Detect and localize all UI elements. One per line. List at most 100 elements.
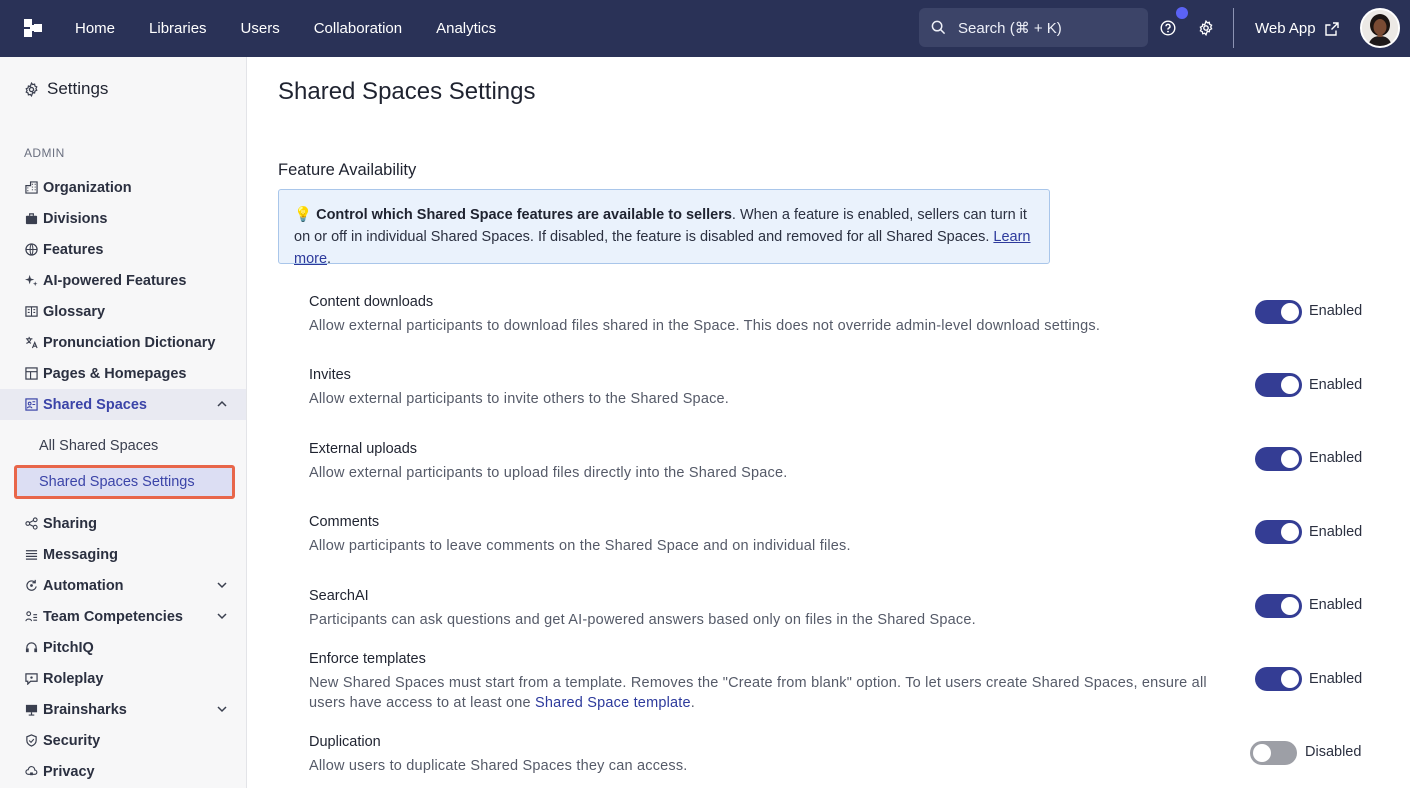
feature-name: Comments	[309, 514, 380, 530]
sidebar-subitem-shared-spaces-settings[interactable]: Shared Spaces Settings	[14, 465, 235, 499]
sidebar-item-label: Glossary	[43, 303, 106, 320]
toggle-status: Enabled	[1309, 597, 1363, 613]
cloud-lock-icon	[24, 765, 38, 779]
feature-row: Invites Allow external participants to i…	[309, 367, 1369, 409]
toggle-knob	[1281, 597, 1299, 615]
sidebar-item-brainsharks[interactable]: Brainsharks	[0, 694, 246, 725]
toggle-status: Enabled	[1309, 377, 1363, 393]
sidebar-item-pages[interactable]: Pages & Homepages	[0, 358, 246, 389]
invites-toggle[interactable]	[1255, 373, 1302, 397]
lightbulb-icon: 💡	[294, 207, 313, 223]
toggle-knob	[1281, 670, 1299, 688]
sidebar-section-label: ADMIN	[24, 146, 65, 160]
main-content: Shared Spaces Settings Feature Availabil…	[247, 57, 1410, 788]
chevron-down-icon[interactable]	[216, 610, 228, 622]
sparkle-icon	[24, 274, 38, 288]
sidebar-item-ai-features[interactable]: AI-powered Features	[0, 265, 246, 296]
main-nav: Home Libraries Users Collaboration Analy…	[58, 0, 513, 57]
nav-collaboration[interactable]: Collaboration	[297, 20, 419, 37]
feature-description: New Shared Spaces must start from a temp…	[309, 673, 1219, 713]
search-input[interactable]: Search (⌘ + K)	[919, 8, 1148, 47]
shared-space-icon	[24, 398, 38, 412]
gear-icon[interactable]	[1196, 18, 1216, 38]
sidebar-item-label: Organization	[43, 179, 132, 196]
sidebar-item-label: Brainsharks	[43, 701, 127, 718]
toggle-knob	[1253, 744, 1271, 762]
sidebar-item-label: Messaging	[43, 546, 118, 563]
nav-home[interactable]: Home	[58, 20, 132, 37]
feature-row: Content downloads Allow external partici…	[309, 294, 1369, 336]
gear-icon	[25, 81, 38, 97]
sidebar-item-label: AI-powered Features	[43, 272, 187, 289]
feature-description: Allow external participants to upload fi…	[309, 465, 788, 481]
help-icon[interactable]	[1158, 18, 1178, 38]
feature-row: Comments Allow participants to leave com…	[309, 514, 1369, 556]
logo-icon[interactable]	[24, 19, 42, 37]
sidebar-item-messaging[interactable]: Messaging	[0, 539, 246, 570]
comments-toggle[interactable]	[1255, 520, 1302, 544]
sidebar-item-shared-spaces[interactable]: Shared Spaces	[0, 389, 246, 420]
toggle-knob	[1281, 523, 1299, 541]
nav-libraries[interactable]: Libraries	[132, 20, 224, 37]
sidebar-item-label: Privacy	[43, 763, 95, 780]
layout-icon	[24, 367, 38, 381]
duplication-toggle[interactable]	[1250, 741, 1297, 765]
page-title: Shared Spaces Settings	[278, 78, 536, 105]
searchai-toggle[interactable]	[1255, 594, 1302, 618]
enforce-templates-toggle[interactable]	[1255, 667, 1302, 691]
headset-icon	[24, 641, 38, 655]
translate-icon	[24, 336, 38, 350]
sidebar-item-label: Automation	[43, 577, 124, 594]
settings-sidebar: Settings ADMIN Organization Divisions Fe…	[0, 57, 247, 788]
team-icon	[24, 610, 38, 624]
shared-space-template-link[interactable]: Shared Space template	[535, 695, 691, 711]
notification-dot	[1176, 7, 1188, 19]
toggle-status: Enabled	[1309, 524, 1363, 540]
chat-icon	[24, 672, 38, 686]
sidebar-item-label: Roleplay	[43, 670, 104, 687]
sidebar-item-sharing[interactable]: Sharing	[0, 508, 246, 539]
feature-description: Allow users to duplicate Shared Spaces t…	[309, 758, 688, 774]
sidebar-item-divisions[interactable]: Divisions	[0, 203, 246, 234]
external-uploads-toggle[interactable]	[1255, 447, 1302, 471]
toggle-status: Disabled	[1305, 744, 1362, 760]
feature-name: Content downloads	[309, 294, 434, 310]
chevron-down-icon[interactable]	[216, 703, 228, 715]
info-end: .	[327, 251, 332, 267]
sidebar-item-organization[interactable]: Organization	[0, 172, 246, 203]
sidebar-item-label: Pronunciation Dictionary	[43, 334, 216, 351]
feature-row: Enforce templates New Shared Spaces must…	[309, 651, 1369, 713]
sidebar-item-privacy[interactable]: Privacy	[0, 756, 246, 787]
feature-row: SearchAI Participants can ask questions …	[309, 588, 1369, 630]
sidebar-subitem-all-shared-spaces[interactable]: All Shared Spaces	[39, 438, 158, 454]
sidebar-item-label: Sharing	[43, 515, 97, 532]
toggle-knob	[1281, 376, 1299, 394]
sidebar-title: Settings	[47, 79, 109, 98]
briefcase-icon	[24, 212, 38, 226]
sidebar-item-roleplay[interactable]: Roleplay	[0, 663, 246, 694]
sidebar-item-label: PitchIQ	[43, 639, 94, 656]
avatar[interactable]	[1360, 8, 1400, 48]
share-icon	[24, 517, 38, 531]
feature-name: Invites	[309, 367, 351, 383]
content-downloads-toggle[interactable]	[1255, 300, 1302, 324]
sidebar-item-features[interactable]: Features	[0, 234, 246, 265]
search-icon	[931, 20, 946, 35]
chevron-down-icon[interactable]	[216, 579, 228, 591]
nav-analytics[interactable]: Analytics	[419, 20, 513, 37]
sidebar-item-automation[interactable]: Automation	[0, 570, 246, 601]
section-title: Feature Availability	[278, 161, 417, 179]
nav-users[interactable]: Users	[224, 20, 297, 37]
search-placeholder: Search (⌘ + K)	[958, 19, 1062, 37]
sidebar-item-label: Team Competencies	[43, 608, 183, 625]
sidebar-item-security[interactable]: Security	[0, 725, 246, 756]
feature-description: Allow external participants to invite ot…	[309, 391, 730, 407]
sidebar-item-pronunciation[interactable]: Pronunciation Dictionary	[0, 327, 246, 358]
list-icon	[24, 548, 38, 562]
sidebar-item-glossary[interactable]: Glossary	[0, 296, 246, 327]
sidebar-item-pitchiq[interactable]: PitchIQ	[0, 632, 246, 663]
web-app-link[interactable]: Web App	[1255, 0, 1339, 57]
sidebar-item-team-competencies[interactable]: Team Competencies	[0, 601, 246, 632]
sidebar-item-label: Features	[43, 241, 104, 258]
sidebar-item-label: Pages & Homepages	[43, 365, 187, 382]
